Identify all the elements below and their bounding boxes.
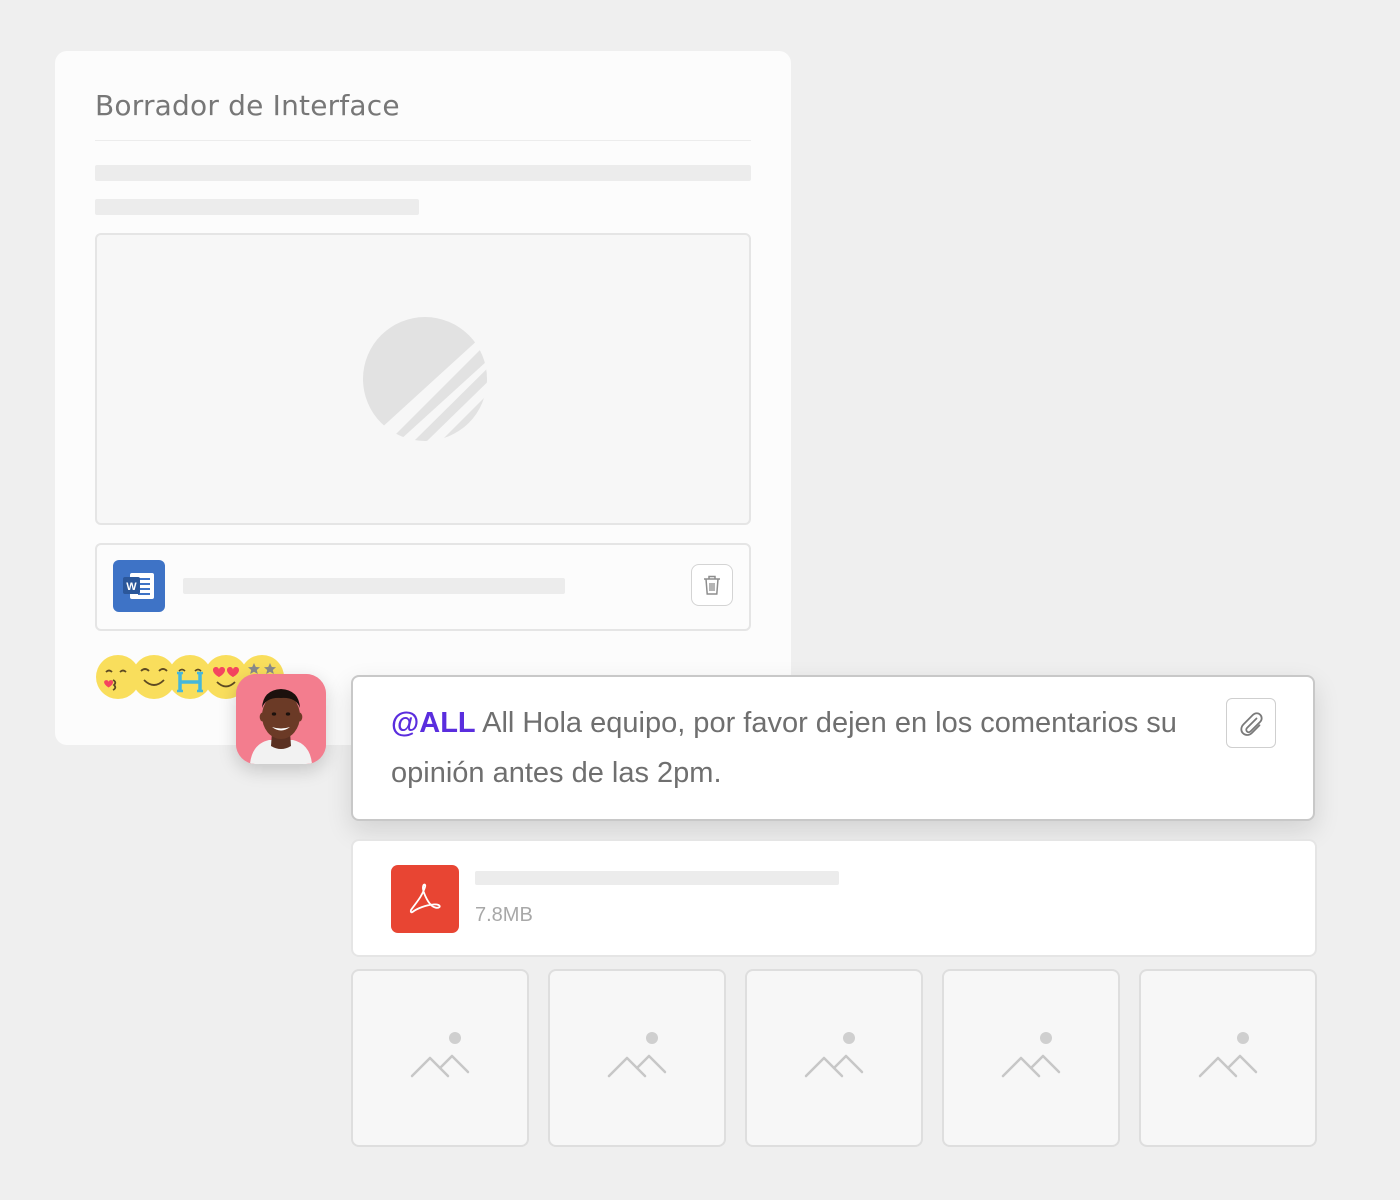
attach-file-button[interactable] bbox=[1226, 698, 1276, 748]
message-text[interactable]: @ALL All Hola equipo, por favor dejen en… bbox=[391, 698, 1211, 798]
image-preview[interactable] bbox=[95, 233, 751, 525]
delete-attachment-button[interactable] bbox=[691, 564, 733, 606]
mention-all[interactable]: @ALL bbox=[391, 707, 476, 739]
draft-card: Borrador de Interface W bbox=[55, 51, 791, 745]
avatar-portrait bbox=[236, 674, 326, 764]
image-placeholder-icon bbox=[410, 1032, 470, 1078]
pdf-document-icon bbox=[391, 865, 459, 933]
pdf-file-size: 7.8MB bbox=[475, 904, 533, 926]
image-placeholder-icon bbox=[1001, 1032, 1061, 1078]
paperclip-icon bbox=[1240, 712, 1263, 736]
word-attachment-row[interactable]: W bbox=[95, 543, 751, 631]
pdf-name-skeleton bbox=[475, 871, 839, 885]
draft-title: Borrador de Interface bbox=[95, 89, 400, 122]
image-thumbnail[interactable] bbox=[745, 969, 923, 1147]
image-gallery bbox=[351, 969, 1317, 1147]
image-placeholder-icon bbox=[1198, 1032, 1258, 1078]
word-document-icon: W bbox=[113, 560, 165, 612]
document-name-skeleton bbox=[183, 578, 565, 594]
image-thumbnail[interactable] bbox=[548, 969, 726, 1147]
pdf-attachment-row[interactable]: 7.8MB bbox=[351, 839, 1317, 957]
preview-placeholder-icon bbox=[363, 317, 487, 441]
svg-text:W: W bbox=[126, 581, 137, 593]
image-thumbnail[interactable] bbox=[1139, 969, 1317, 1147]
user-avatar[interactable] bbox=[236, 674, 326, 764]
image-thumbnail[interactable] bbox=[942, 969, 1120, 1147]
trash-icon bbox=[704, 575, 720, 595]
text-skeleton-line bbox=[95, 199, 419, 215]
message-input-card[interactable]: @ALL All Hola equipo, por favor dejen en… bbox=[351, 675, 1315, 821]
image-thumbnail[interactable] bbox=[351, 969, 529, 1147]
image-placeholder-icon bbox=[804, 1032, 864, 1078]
image-placeholder-icon bbox=[607, 1032, 667, 1078]
message-body: All Hola equipo, por favor dejen en los … bbox=[391, 707, 1177, 789]
text-skeleton-line bbox=[95, 165, 751, 181]
title-divider bbox=[95, 140, 751, 141]
